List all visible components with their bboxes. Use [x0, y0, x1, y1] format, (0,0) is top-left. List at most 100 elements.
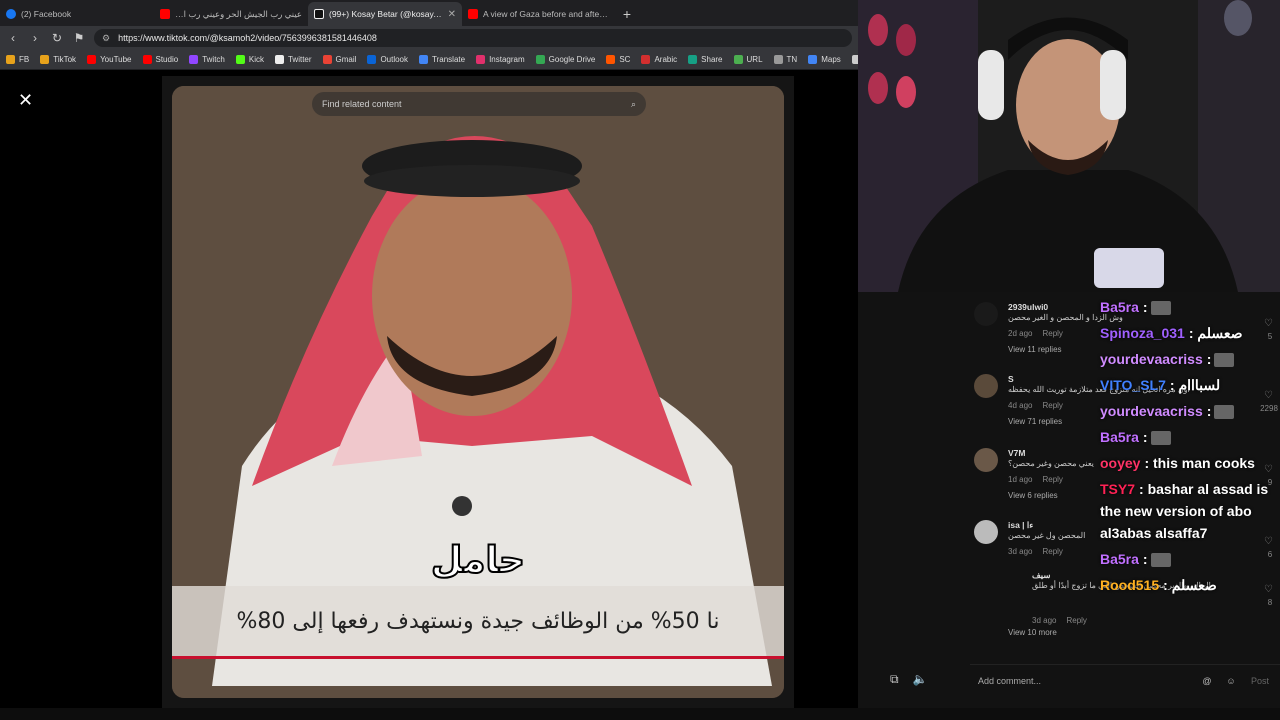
chat-username[interactable]: Ba5ra [1100, 551, 1139, 567]
bookmark-outlook[interactable]: Outlook [367, 55, 408, 64]
close-icon[interactable]: ✕ [18, 90, 33, 111]
bookmark-favicon-icon [235, 55, 245, 64]
tab-facebook[interactable]: (2) Facebook [0, 2, 154, 26]
bookmark-translate[interactable]: Translate [419, 55, 465, 64]
reply-button[interactable]: Reply [1042, 329, 1062, 338]
chat-username[interactable]: yourdevaacriss [1100, 403, 1203, 419]
search-placeholder: Find related content [322, 99, 402, 109]
bookmark-label: TikTok [53, 55, 77, 64]
chat-username[interactable]: ooyey [1100, 455, 1140, 471]
back-icon[interactable]: ‹ [6, 31, 20, 45]
chat-text: : صعسلم [1163, 577, 1217, 593]
chat-username[interactable]: Ba5ra [1100, 299, 1139, 315]
bookmark-google-drive[interactable]: Google Drive [535, 55, 595, 64]
bookmark-label: Arabic [654, 55, 678, 64]
comment-meta: 3d ago Reply [1032, 616, 1087, 625]
view-replies-link[interactable]: View 71 replies [1008, 417, 1062, 426]
bookmark-maps[interactable]: Maps [808, 55, 841, 64]
bookmark-twitch[interactable]: Twitch [189, 55, 225, 64]
bookmark-icon[interactable]: ⚑ [72, 31, 86, 45]
bookmark-sc[interactable]: SC [606, 55, 630, 64]
bookmark-studio[interactable]: Studio [142, 55, 178, 64]
video-player[interactable]: Find related content ⌕ حامل نا 50% من ال… [162, 76, 794, 708]
chat-username[interactable]: TSY7 [1100, 481, 1135, 497]
volume-icon[interactable]: 🔈 [913, 672, 928, 690]
view-more-link[interactable]: View 10 more [1008, 628, 1057, 637]
chat-message: Spinoza_031: صعسلم [1100, 322, 1278, 344]
tab-youtube-2[interactable]: A view of Gaza before and after 7 Oc [462, 2, 616, 26]
comment-user[interactable]: 2939ulwi0 [1008, 302, 1048, 312]
like-count: 8 [1267, 598, 1273, 607]
captions-icon[interactable]: ⧉ [890, 672, 899, 690]
chat-username[interactable]: Ba5ra [1100, 429, 1139, 445]
bookmark-url[interactable]: URL [733, 55, 763, 64]
tab-youtube-1[interactable]: عيني رب الجيش الحر وعيني رب الجولا... [154, 2, 308, 26]
bookmark-favicon-icon [40, 55, 50, 64]
bookmark-favicon-icon [87, 55, 97, 64]
facebook-icon [6, 9, 16, 19]
ticker-text: نا 50% من الوظائف جيدة ونستهدف رفعها إلى… [236, 608, 720, 634]
chat-username[interactable]: Spinoza_031 [1100, 325, 1185, 341]
post-button[interactable]: Post [1248, 676, 1272, 686]
view-replies-link[interactable]: View 6 replies [1008, 491, 1058, 500]
bookmark-gmail[interactable]: Gmail [322, 55, 356, 64]
bookmark-instagram[interactable]: Instagram [476, 55, 525, 64]
related-search-input[interactable]: Find related content ⌕ [312, 92, 646, 116]
mention-icon[interactable]: @ [1200, 676, 1214, 686]
screen: { "browser": { "tabs": [ {"label": "(2) … [0, 0, 1280, 720]
webcam-scene [858, 0, 1280, 292]
reload-icon[interactable]: ↻ [50, 31, 64, 45]
avatar[interactable] [974, 302, 998, 326]
reply-button[interactable]: Reply [1042, 401, 1062, 410]
close-tab-icon[interactable]: ✕ [448, 9, 456, 20]
chat-text: : this man cooks [1144, 455, 1255, 471]
site-info-icon[interactable]: ⚙ [102, 33, 110, 44]
bookmark-kick[interactable]: Kick [235, 55, 264, 64]
taskbar [0, 708, 1280, 720]
streamer-webcam [858, 0, 1280, 292]
chat-emote-icon [1150, 301, 1171, 316]
comment-composer[interactable]: Add comment... @ ☺ Post [970, 664, 1280, 696]
chat-text: : [1142, 299, 1148, 315]
chat-text: : [1206, 403, 1212, 419]
tab-label: (99+) Kosay Betar (@kosay.be [329, 9, 443, 19]
comment-user[interactable]: سيف [1032, 570, 1051, 581]
reply-button[interactable]: Reply [1042, 547, 1062, 556]
emoji-icon[interactable]: ☺ [1224, 676, 1238, 686]
tab-tiktok[interactable]: (99+) Kosay Betar (@kosay.be ✕ [308, 2, 462, 26]
address-bar[interactable]: ⚙ https://www.tiktok.com/@ksamoh2/video/… [94, 29, 852, 47]
comment-user[interactable]: V7M [1008, 448, 1025, 458]
reply-button[interactable]: Reply [1042, 475, 1062, 484]
tab-label: (2) Facebook [21, 9, 72, 19]
bookmark-tn[interactable]: TN [773, 55, 797, 64]
chat-username[interactable]: yourdevaacriss [1100, 351, 1203, 367]
bookmark-tiktok[interactable]: TikTok [40, 55, 76, 64]
avatar[interactable] [974, 520, 998, 544]
video-frame: Find related content ⌕ حامل نا 50% من ال… [172, 86, 784, 698]
reply-button[interactable]: Reply [1066, 616, 1086, 625]
bookmark-youtube[interactable]: YouTube [87, 55, 132, 64]
bookmark-fb[interactable]: FB [6, 55, 29, 64]
comment-user[interactable]: S [1008, 374, 1014, 384]
chat-emote-icon [1150, 431, 1171, 446]
search-icon[interactable]: ⌕ [631, 99, 636, 110]
comment-user[interactable]: isa | ءا [1008, 520, 1033, 531]
view-replies-link[interactable]: View 11 replies [1008, 345, 1062, 354]
bookmark-arabic[interactable]: Arabic [641, 55, 677, 64]
chat-message: Ba5ra: [1100, 426, 1278, 448]
avatar[interactable] [974, 448, 998, 472]
bookmark-label: Share [701, 55, 723, 64]
bookmark-favicon-icon [773, 55, 783, 64]
bookmark-share[interactable]: Share [688, 55, 723, 64]
bookmark-label: Twitch [202, 55, 225, 64]
bookmark-favicon-icon [274, 55, 284, 64]
new-tab-button[interactable]: + [616, 2, 638, 26]
bookmark-favicon-icon [322, 55, 332, 64]
comment-input[interactable]: Add comment... [978, 676, 1190, 686]
chat-username[interactable]: Rood515 [1100, 577, 1159, 593]
bookmark-twitter[interactable]: Twitter [274, 55, 312, 64]
chat-username[interactable]: VITO_SL7 [1100, 377, 1166, 393]
chat-message: ooyey: this man cooks [1100, 452, 1278, 474]
avatar[interactable] [974, 374, 998, 398]
forward-icon[interactable]: › [28, 31, 42, 45]
